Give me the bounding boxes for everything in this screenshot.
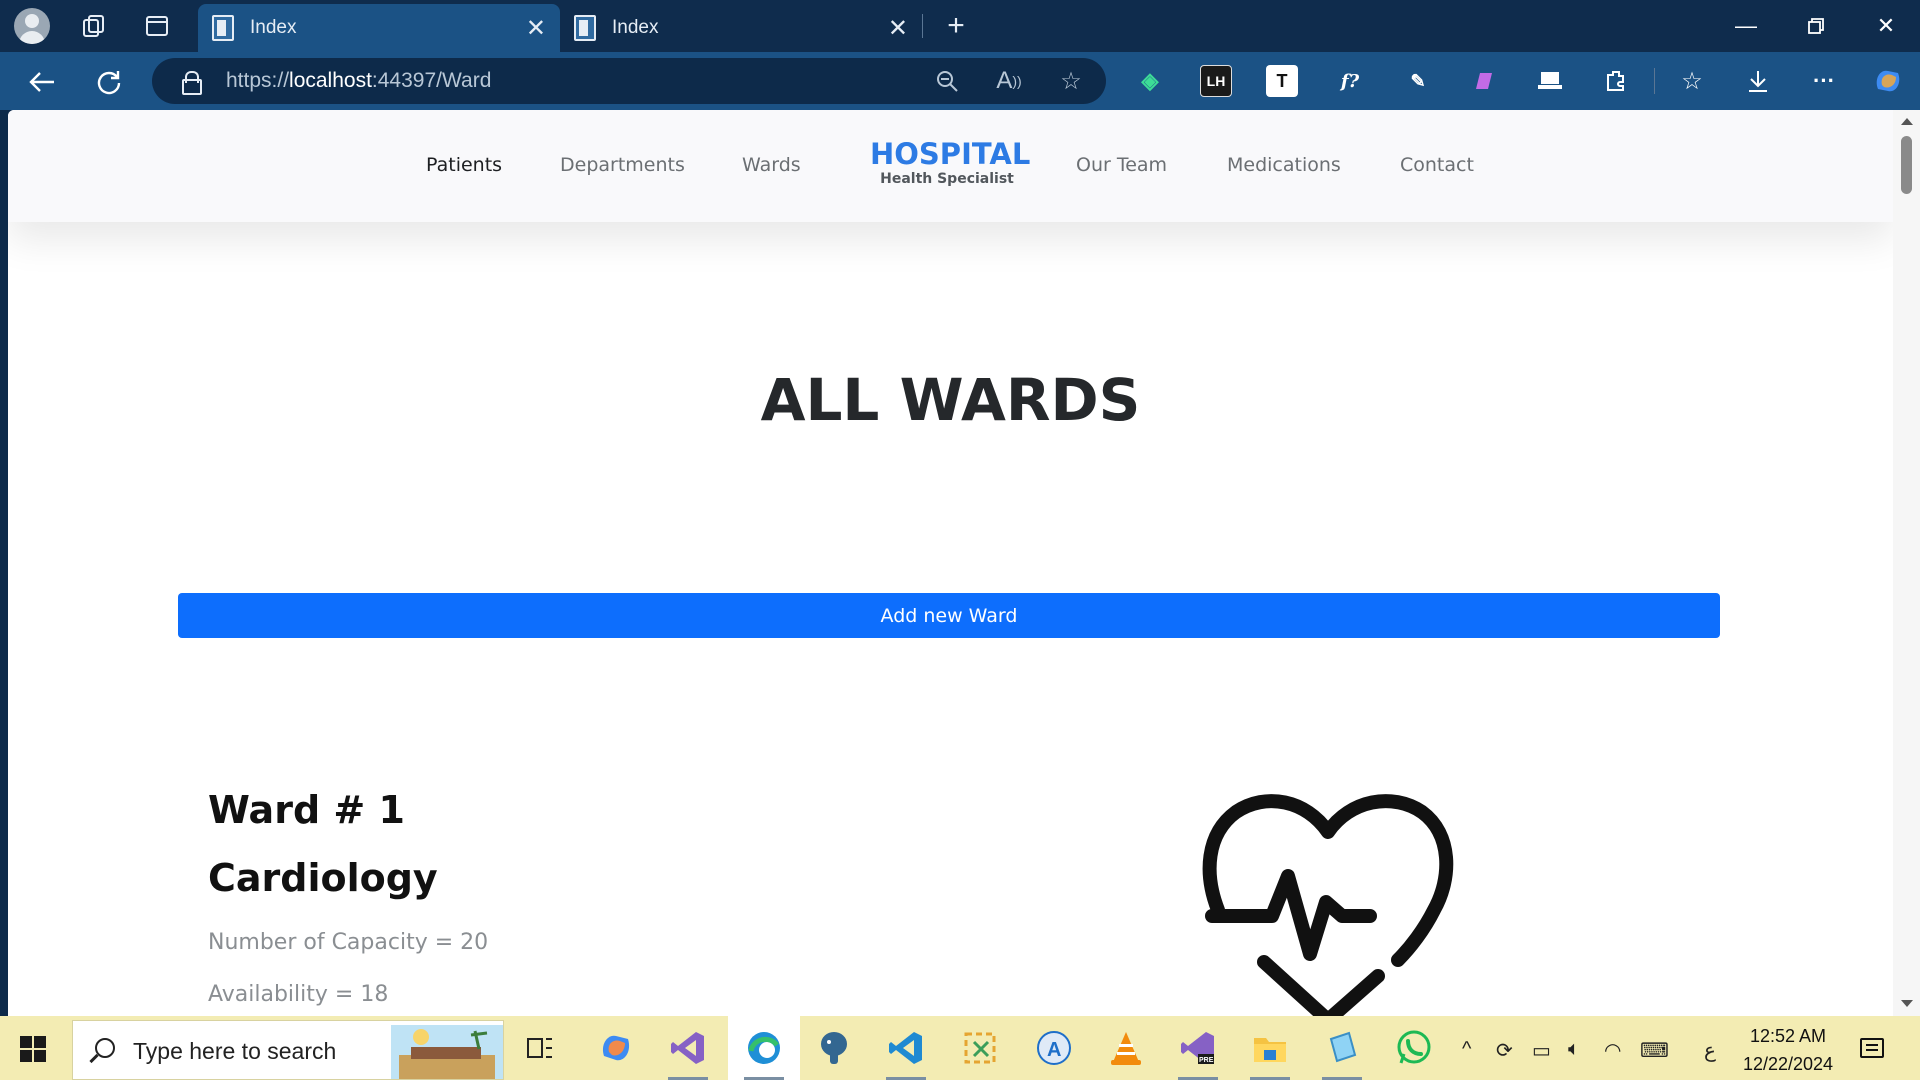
taskbar-search[interactable]: Type here to search — [72, 1020, 504, 1080]
vlc-icon[interactable] — [1104, 1026, 1148, 1070]
scroll-thumb[interactable] — [1901, 136, 1912, 194]
wifi-icon[interactable]: ◠ — [1604, 1038, 1621, 1063]
tab-index-1[interactable]: Index ✕ — [198, 4, 560, 52]
heartbeat-icon — [1202, 794, 1454, 1016]
tray-overflow-chevron-icon[interactable]: ^ — [1462, 1038, 1471, 1061]
tab-title: Index — [250, 17, 297, 38]
close-icon[interactable]: ✕ — [526, 14, 546, 43]
visual-studio-preview-icon[interactable]: PRE — [1176, 1026, 1220, 1080]
url-text[interactable]: https://localhost:44397/Ward — [226, 69, 491, 93]
keyboard-icon[interactable]: ⌨ — [1640, 1038, 1669, 1063]
copilot-app-icon[interactable] — [594, 1026, 638, 1070]
toolbar-separator — [1654, 68, 1655, 94]
site-header: Patients Departments Wards HOSPITAL Heal… — [8, 110, 1893, 222]
edge-browser-icon[interactable] — [742, 1026, 786, 1080]
search-icon — [95, 1038, 115, 1058]
brand-subtitle: Health Specialist — [880, 171, 1014, 187]
vertical-tabs-icon[interactable] — [139, 8, 175, 44]
windows-taskbar: Type here to search A PRE ^ ⟳ ▭ 🔈︎ ◠ ⌨ ع… — [0, 1016, 1920, 1080]
profile-avatar[interactable] — [14, 8, 50, 44]
search-placeholder: Type here to search — [133, 1038, 337, 1064]
vscode-icon[interactable] — [884, 1026, 928, 1080]
scroll-up-arrow-icon[interactable] — [1901, 118, 1913, 125]
t-extension-icon[interactable]: T — [1266, 65, 1298, 97]
nav-our-team[interactable]: Our Team — [1076, 154, 1167, 176]
back-arrow-icon[interactable] — [22, 62, 62, 102]
tray-sync-icon[interactable]: ⟳ — [1496, 1038, 1513, 1063]
ward-number: Ward # 1 — [208, 788, 405, 832]
nav-wards[interactable]: Wards — [742, 154, 801, 176]
add-ward-button[interactable]: Add new Ward — [178, 593, 1720, 638]
notification-icon[interactable] — [1860, 1038, 1884, 1058]
clock-time[interactable]: 12:52 AM — [1740, 1026, 1836, 1047]
new-tab-icon[interactable]: + — [938, 8, 974, 44]
tab-separator — [922, 14, 923, 38]
page-icon — [574, 15, 596, 41]
zoom-out-icon[interactable] — [932, 66, 962, 96]
page-scrollbar[interactable] — [1893, 110, 1920, 1016]
page-viewport: Patients Departments Wards HOSPITAL Heal… — [8, 110, 1893, 1016]
copilot-icon[interactable] — [1872, 65, 1904, 97]
notepad-icon[interactable] — [1320, 1026, 1364, 1080]
purple-extension-icon[interactable] — [1468, 65, 1500, 97]
extensions-puzzle-icon[interactable] — [1600, 65, 1632, 97]
nav-medications[interactable]: Medications — [1227, 154, 1341, 176]
battery-icon[interactable]: ▭ — [1532, 1038, 1551, 1063]
eyedropper-icon[interactable]: ✎ — [1402, 65, 1434, 97]
close-icon[interactable]: ✕ — [888, 14, 908, 43]
refresh-icon[interactable] — [89, 62, 129, 102]
postgresql-icon[interactable] — [812, 1026, 856, 1070]
nav-departments[interactable]: Departments — [560, 154, 685, 176]
windows-start-icon[interactable] — [20, 1036, 46, 1062]
scroll-down-arrow-icon[interactable] — [1901, 1000, 1913, 1007]
nav-patients[interactable]: Patients — [426, 154, 502, 176]
more-menu-icon[interactable]: ··· — [1808, 65, 1840, 97]
read-aloud-icon[interactable]: A)) — [994, 66, 1024, 96]
input-language-indicator[interactable]: ع — [1704, 1038, 1716, 1063]
clock-date[interactable]: 12/22/2024 — [1736, 1054, 1840, 1075]
visual-studio-icon[interactable] — [666, 1026, 710, 1080]
file-explorer-icon[interactable] — [1248, 1026, 1292, 1080]
minimize-icon[interactable]: — — [1716, 6, 1776, 46]
address-bar[interactable]: https://localhost:44397/Ward A)) ☆ — [152, 58, 1106, 104]
brand-title: HOSPITAL — [870, 137, 1031, 171]
formula-extension-icon[interactable]: f? — [1334, 65, 1366, 97]
whatsapp-icon[interactable] — [1392, 1026, 1436, 1070]
browser-tab-bar: Index ✕ Index ✕ + — ✕ — [0, 0, 1920, 52]
browser-toolbar: https://localhost:44397/Ward A)) ☆ ◈ LH … — [0, 52, 1920, 110]
favorites-icon[interactable]: ☆ — [1676, 65, 1708, 97]
ward-capacity: Number of Capacity = 20 — [208, 930, 489, 955]
puzzle-extension-icon[interactable]: ◈ — [1134, 65, 1166, 97]
page-title: ALL WARDS — [760, 366, 1141, 434]
app-installer-icon[interactable]: A — [1032, 1026, 1076, 1070]
tab-index-2[interactable]: Index ✕ — [560, 4, 922, 52]
laptop-extension-icon[interactable] — [1534, 65, 1566, 97]
lh-extension-icon[interactable]: LH — [1200, 65, 1232, 97]
ward-availability: Availability = 18 — [208, 982, 389, 1007]
ward-department: Cardiology — [208, 856, 438, 900]
svg-text:PRE: PRE — [1199, 1057, 1214, 1064]
lock-icon[interactable] — [182, 71, 202, 95]
volume-icon[interactable]: 🔈︎ — [1568, 1038, 1580, 1061]
downloads-icon[interactable] — [1742, 65, 1774, 97]
page-icon — [212, 15, 234, 41]
search-highlight-image — [391, 1025, 503, 1079]
nav-contact[interactable]: Contact — [1400, 154, 1474, 176]
site-logo[interactable]: HOSPITAL Health Specialist — [870, 137, 1031, 188]
favorite-star-icon[interactable]: ☆ — [1056, 66, 1086, 96]
restore-icon[interactable] — [1786, 6, 1846, 46]
task-view-icon[interactable] — [518, 1026, 562, 1070]
snipping-tool-icon[interactable] — [958, 1026, 1002, 1070]
svg-text:A: A — [1047, 1039, 1061, 1061]
close-window-icon[interactable]: ✕ — [1856, 6, 1916, 46]
workspaces-icon[interactable] — [76, 8, 112, 44]
tab-title: Index — [612, 17, 659, 38]
